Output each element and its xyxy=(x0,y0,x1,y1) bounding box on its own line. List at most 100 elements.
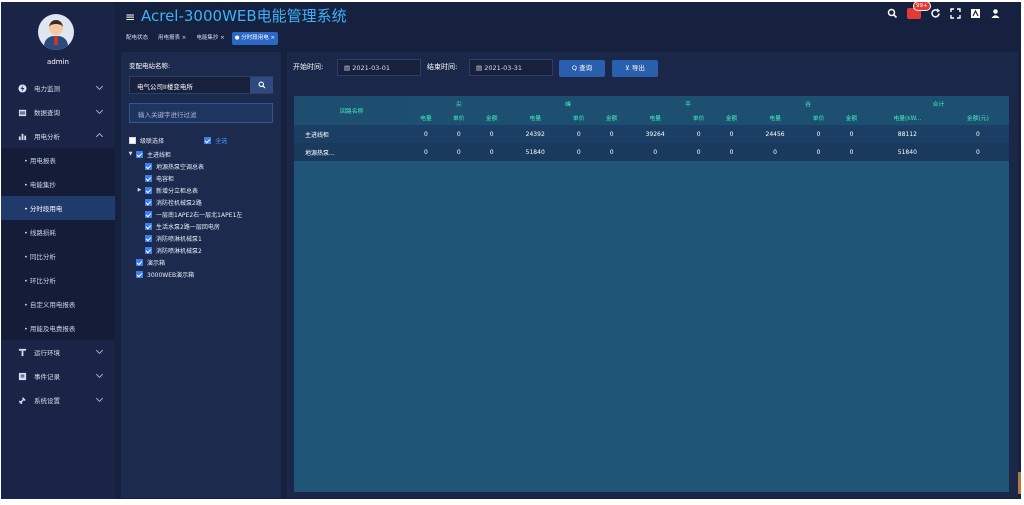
tree-node[interactable]: 消防栓机械泵2路 xyxy=(121,196,281,208)
menu-item-data-query[interactable]: 数据查询 xyxy=(1,100,115,124)
table-cell: 24456 xyxy=(765,130,785,138)
tree-node[interactable]: 生活水泵2路一层回电房 xyxy=(121,220,281,232)
menu-item-power-analysis[interactable]: 用电分析 xyxy=(1,124,115,148)
tree-node-checkbox[interactable] xyxy=(145,210,152,218)
caret-down-icon[interactable]: ▼ xyxy=(127,151,134,157)
submenu-item-mom-analysis[interactable]: • 环比分析 xyxy=(1,268,115,292)
circuit-name-cell: 主进线柜 xyxy=(305,131,330,139)
export-button[interactable]: ⊻ 导出 xyxy=(612,60,658,77)
tree-node-label: 3000WEB演示箱 xyxy=(147,271,195,279)
chevron-down-icon xyxy=(95,346,104,355)
header: ≡ Acrel-3000WEB电能管理系统 99+ xyxy=(115,2,1021,32)
station-search-button[interactable] xyxy=(250,77,273,93)
station-tree: ▼ 主进线柜地源热泵空调总表 电容柜 ▶ 新增分立柜总表 消防栓机械泵2路 一层南1APE2… xyxy=(121,148,281,280)
tree-node-checkbox[interactable] xyxy=(136,270,143,278)
tree-node-checkbox[interactable] xyxy=(145,186,152,194)
table-cell: 0 xyxy=(849,148,854,156)
calendar-icon: ▤ xyxy=(344,64,353,72)
search-icon[interactable] xyxy=(887,8,898,19)
menu-item-runtime-env[interactable]: 运行环境 xyxy=(1,340,115,364)
translate-icon[interactable] xyxy=(970,8,981,19)
hamburger-icon[interactable]: ≡ xyxy=(125,11,135,23)
submenu-item-energy-fee-report[interactable]: • 用能及电费报表 xyxy=(1,316,115,340)
refresh-icon[interactable] xyxy=(930,8,941,19)
table-cell: 0 xyxy=(773,148,777,156)
caret-right-icon[interactable]: ▶ xyxy=(136,187,143,193)
menu-item-event-log[interactable]: 事件记录 xyxy=(1,364,115,388)
tab-time-of-use[interactable]: ● 分时段用电 × xyxy=(231,32,279,45)
submenu-item-custom-report[interactable]: • 自定义用电报表 xyxy=(1,292,115,316)
tree-node-checkbox[interactable] xyxy=(145,222,152,230)
tree-node[interactable]: 演示箱 xyxy=(121,256,281,268)
tree-node[interactable]: 电容柜 xyxy=(121,172,281,184)
table-cell: 0 xyxy=(816,148,821,156)
query-button[interactable]: Q 查询 xyxy=(559,60,605,77)
table-cell: 51840 xyxy=(897,148,917,156)
end-date-input[interactable]: ▤ 2021-03-31 xyxy=(469,59,553,76)
submenu-item-meter-reading[interactable]: • 电能集抄 xyxy=(1,172,115,196)
submenu-item-line-loss[interactable]: • 线路损耗 xyxy=(1,220,115,244)
start-date-input[interactable]: ▤ 2021-03-01 xyxy=(337,59,421,76)
tab-meter-reading[interactable]: 电能集抄 × xyxy=(193,32,227,45)
submenu-item-power-report[interactable]: • 用电报表 xyxy=(1,148,115,172)
chevron-down-icon xyxy=(95,82,104,91)
table-cell: 0 xyxy=(456,148,461,156)
tree-node-checkbox[interactable] xyxy=(145,198,152,206)
menu-item-label: 事件记录 xyxy=(34,373,60,381)
tree-node[interactable]: 消防喷淋机械泵1 xyxy=(121,232,281,244)
menu-item-power-monitor[interactable]: 电力监测 xyxy=(1,76,115,100)
tree-node[interactable]: ▼ 主进线柜 xyxy=(121,148,281,160)
tree-node-checkbox[interactable] xyxy=(145,246,152,254)
submenu-power-analysis: • 用电报表 • 电能集抄 • 分时段用电 • 线路损耗 • 同比分析 • 环比… xyxy=(1,148,115,340)
tree-node-checkbox[interactable] xyxy=(145,174,152,182)
tree-node[interactable]: 消防喷淋机械泵2 xyxy=(121,244,281,256)
select-all-checkbox[interactable] xyxy=(204,137,212,144)
circuit-name-cell: 地源热泵... xyxy=(305,149,335,157)
table-cell: 0 xyxy=(489,130,494,138)
scrollbar-thumb[interactable] xyxy=(1018,472,1021,494)
sidebar-menu: 电力监测 数据查询 用电分析 • 用电报表 • 电能集抄 • 分时段用电 • 线… xyxy=(1,76,115,412)
tree-node[interactable]: 3000WEB演示箱 xyxy=(121,268,281,280)
username: admin xyxy=(47,58,69,66)
table-cell: 0 xyxy=(576,148,581,156)
tab-distribution-status[interactable]: 配电状态 xyxy=(123,32,151,45)
report-panel: 开始时间: ▤ 2021-03-01 结束时间: ▤ 2021-03-31 Q … xyxy=(287,52,1018,498)
tree-node-checkbox[interactable] xyxy=(136,150,143,158)
menu-item-label: 数据查询 xyxy=(34,109,60,117)
menu-item-label: 运行环境 xyxy=(34,349,60,357)
submenu-item-time-of-use[interactable]: • 分时段用电 xyxy=(1,196,115,220)
tree-node[interactable]: ▶ 新增分立柜总表 xyxy=(121,184,281,196)
chevron-down-icon xyxy=(95,106,104,115)
submenu-item-yoy-analysis[interactable]: • 同比分析 xyxy=(1,244,115,268)
tree-node-label: 消防喷淋机械泵1 xyxy=(156,235,202,243)
tab-power-report[interactable]: 用电报表 × xyxy=(155,32,189,45)
station-label: 变配电站名称: xyxy=(129,62,171,70)
avatar[interactable] xyxy=(38,14,74,50)
column-header: 单价 xyxy=(453,116,465,122)
column-header: 金额 xyxy=(485,116,498,122)
select-all-label: 全选 xyxy=(215,138,228,145)
settings-icon xyxy=(18,396,26,404)
tree-node[interactable]: 一层南1APE2右一层北1APE1左 xyxy=(121,208,281,220)
user-icon[interactable] xyxy=(990,8,1001,19)
tree-node-checkbox[interactable] xyxy=(136,258,143,266)
cascade-checkbox[interactable] xyxy=(129,137,136,144)
table-row[interactable]: 地源热泵... 0 0 0 51840 0 0 0 0 0 0 0 0 51840 0 xyxy=(294,143,1009,161)
tree-node[interactable]: 地源热泵空调总表 xyxy=(121,160,281,172)
notification-badge: 99+ xyxy=(913,2,931,11)
menu-item-system-settings[interactable]: 系统设置 xyxy=(1,388,115,412)
column-header: 单价 xyxy=(812,116,825,122)
bell-icon[interactable]: 99+ xyxy=(907,2,931,19)
tree-filter-input[interactable]: 输入关键字进行过滤 xyxy=(129,103,273,123)
menu-item-label: 电力监测 xyxy=(34,85,60,93)
fullscreen-icon[interactable] xyxy=(950,8,961,19)
table-cell: 0 xyxy=(816,130,821,138)
table-cell: 51840 xyxy=(525,148,545,156)
tree-node-checkbox[interactable] xyxy=(145,162,152,170)
tree-node-checkbox[interactable] xyxy=(145,234,152,242)
tree-node-label: 地源热泵空调总表 xyxy=(156,163,205,171)
chevron-up-icon xyxy=(95,132,104,141)
table-cell: 0 xyxy=(975,148,980,156)
station-select[interactable]: 电气公司II楼变电所 xyxy=(129,76,273,94)
table-row[interactable]: 主进线柜 0 0 0 24392 0 0 39264 0 0 24456 0 0 88112 0 xyxy=(294,125,1009,143)
